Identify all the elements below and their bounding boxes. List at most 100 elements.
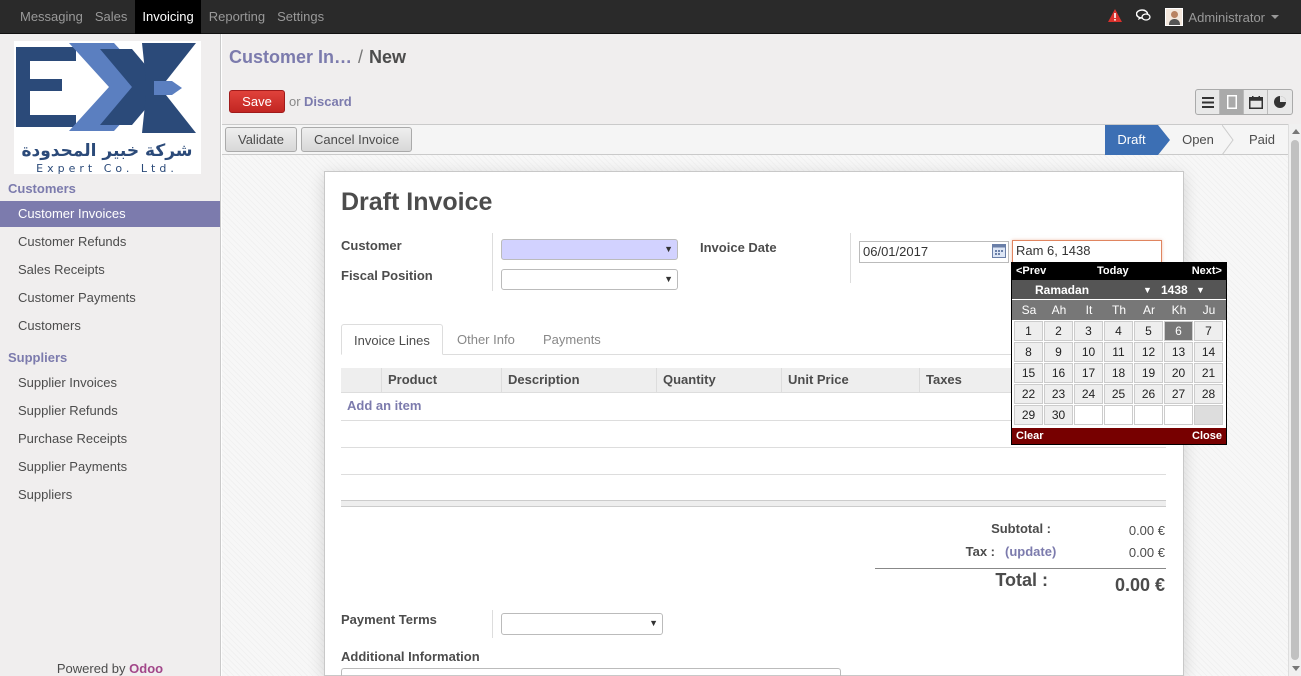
sidebar-item-supplier-payments[interactable]: Supplier Payments — [0, 454, 220, 480]
datepicker-next[interactable]: Next> — [1192, 265, 1222, 277]
warning-icon[interactable] — [1108, 9, 1123, 25]
datepicker-day[interactable]: 30 — [1044, 405, 1073, 425]
column-description[interactable]: Description — [501, 368, 656, 393]
datepicker-year-select[interactable]: 1438 — [1161, 283, 1188, 297]
datepicker-day[interactable]: 4 — [1104, 321, 1133, 341]
powered-by: Powered by Odoo — [0, 661, 220, 676]
sidebar-item-sales-receipts[interactable]: Sales Receipts — [0, 257, 220, 283]
datepicker-prev[interactable]: <Prev — [1016, 265, 1046, 277]
validate-button[interactable]: Validate — [225, 127, 298, 152]
datepicker-day[interactable]: 22 — [1014, 384, 1043, 404]
calendar-view-icon[interactable] — [1244, 90, 1268, 114]
datepicker-day[interactable]: 9 — [1044, 342, 1073, 362]
datepicker-day[interactable]: 7 — [1194, 321, 1223, 341]
menu-invoicing[interactable]: Invoicing — [135, 0, 201, 34]
scroll-up-icon[interactable] — [1292, 129, 1300, 134]
tab-invoice-lines[interactable]: Invoice Lines — [341, 324, 443, 355]
datepicker-day[interactable]: 19 — [1134, 363, 1163, 383]
sidebar-item-supplier-invoices[interactable]: Supplier Invoices — [0, 370, 220, 396]
scrollbar-thumb[interactable] — [1291, 140, 1299, 660]
add-item-link[interactable]: Add an item — [347, 398, 421, 413]
datepicker-day[interactable]: 11 — [1104, 342, 1133, 362]
scroll-down-icon[interactable] — [1292, 666, 1300, 671]
datepicker-day[interactable]: 27 — [1164, 384, 1193, 404]
sidebar-item-customer-refunds[interactable]: Customer Refunds — [0, 229, 220, 255]
total-label: Total : — [995, 570, 1048, 590]
sidebar-item-customer-payments[interactable]: Customer Payments — [0, 285, 220, 311]
status-bar: Validate Cancel Invoice Draft Open Paid — [222, 124, 1288, 155]
sidebar-item-supplier-refunds[interactable]: Supplier Refunds — [0, 398, 220, 424]
stage-draft[interactable]: Draft — [1105, 125, 1158, 155]
payment-terms-select[interactable]: ▼ — [501, 613, 663, 635]
menu-settings[interactable]: Settings — [273, 0, 328, 34]
datepicker-day[interactable]: 5 — [1134, 321, 1163, 341]
datepicker-close[interactable]: Close — [1192, 430, 1222, 442]
datepicker-clear[interactable]: Clear — [1016, 430, 1044, 442]
datepicker-day[interactable]: 25 — [1104, 384, 1133, 404]
datepicker-day[interactable]: 26 — [1134, 384, 1163, 404]
stage-open[interactable]: Open — [1178, 125, 1218, 155]
topbar-right: Administrator — [1094, 0, 1279, 34]
hijri-date-input[interactable]: Ram 6, 1438 — [1012, 240, 1162, 264]
user-menu[interactable]: Administrator — [1165, 8, 1279, 26]
menu-sales[interactable]: Sales — [91, 0, 132, 34]
datepicker-day[interactable]: 8 — [1014, 342, 1043, 362]
fiscal-position-select[interactable]: ▼ — [501, 269, 678, 290]
form-view-icon[interactable] — [1220, 90, 1244, 114]
datepicker-day[interactable]: 15 — [1014, 363, 1043, 383]
column-product[interactable]: Product — [381, 368, 501, 393]
column-quantity[interactable]: Quantity — [656, 368, 781, 393]
sidebar-item-purchase-receipts[interactable]: Purchase Receipts — [0, 426, 220, 452]
datepicker-day[interactable]: 2 — [1044, 321, 1073, 341]
menu-reporting[interactable]: Reporting — [205, 0, 269, 34]
cancel-invoice-button[interactable]: Cancel Invoice — [301, 127, 413, 152]
total-divider — [875, 568, 1166, 569]
calendar-icon[interactable] — [992, 244, 1006, 264]
datepicker-dayname: Kh — [1171, 303, 1187, 317]
datepicker-day[interactable]: 6 — [1164, 321, 1193, 341]
datepicker-empty-cell — [1074, 405, 1103, 425]
discard-button[interactable]: Discard — [304, 94, 352, 109]
datepicker-day[interactable]: 13 — [1164, 342, 1193, 362]
chat-icon[interactable] — [1136, 9, 1152, 25]
datepicker-day[interactable]: 20 — [1164, 363, 1193, 383]
save-button[interactable]: Save — [229, 90, 285, 113]
sidebar-item-customers[interactable]: Customers — [0, 313, 220, 339]
customer-select[interactable]: ▼ — [501, 239, 678, 260]
datepicker-day[interactable]: 18 — [1104, 363, 1133, 383]
breadcrumb-parent[interactable]: Customer In… — [229, 47, 352, 67]
page-scrollbar[interactable] — [1288, 124, 1301, 676]
datepicker-day[interactable]: 17 — [1074, 363, 1103, 383]
datepicker-day[interactable]: 29 — [1014, 405, 1043, 425]
datepicker-day[interactable]: 12 — [1134, 342, 1163, 362]
graph-view-icon[interactable] — [1268, 90, 1292, 114]
datepicker-day[interactable]: 16 — [1044, 363, 1073, 383]
additional-info-label: Additional Information — [341, 649, 480, 664]
tab-payments[interactable]: Payments — [531, 324, 613, 355]
odoo-link[interactable]: Odoo — [129, 661, 163, 676]
datepicker-day[interactable]: 14 — [1194, 342, 1223, 362]
datepicker-day[interactable]: 1 — [1014, 321, 1043, 341]
column-unit-price[interactable]: Unit Price — [781, 368, 919, 393]
sidebar-item-customer-invoices[interactable]: Customer Invoices — [0, 201, 220, 227]
stage-paid[interactable]: Paid — [1242, 125, 1282, 155]
datepicker-today[interactable]: Today — [1097, 265, 1129, 277]
datepicker-day[interactable]: 10 — [1074, 342, 1103, 362]
tab-other-info[interactable]: Other Info — [445, 324, 527, 355]
month-caret-icon[interactable]: ▼ — [1143, 285, 1152, 295]
datepicker-day[interactable]: 21 — [1194, 363, 1223, 383]
datepicker-day[interactable]: 24 — [1074, 384, 1103, 404]
sidebar-item-suppliers[interactable]: Suppliers — [0, 482, 220, 508]
additional-info-textarea[interactable] — [341, 668, 841, 676]
datepicker-month-select[interactable]: Ramadan — [1035, 283, 1089, 297]
datepicker-day[interactable]: 28 — [1194, 384, 1223, 404]
invoice-date-value: 06/01/2017 — [863, 244, 929, 259]
invoice-date-input[interactable]: 06/01/2017 — [859, 241, 1009, 263]
menu-messaging[interactable]: Messaging — [16, 0, 87, 34]
list-view-icon[interactable] — [1196, 90, 1220, 114]
year-caret-icon[interactable]: ▼ — [1196, 285, 1205, 295]
sidebar: شركة خبير المحدودة Expert Co. Ltd. Custo… — [0, 34, 221, 676]
tax-update-link[interactable]: (update) — [1005, 544, 1056, 559]
datepicker-day[interactable]: 3 — [1074, 321, 1103, 341]
datepicker-day[interactable]: 23 — [1044, 384, 1073, 404]
